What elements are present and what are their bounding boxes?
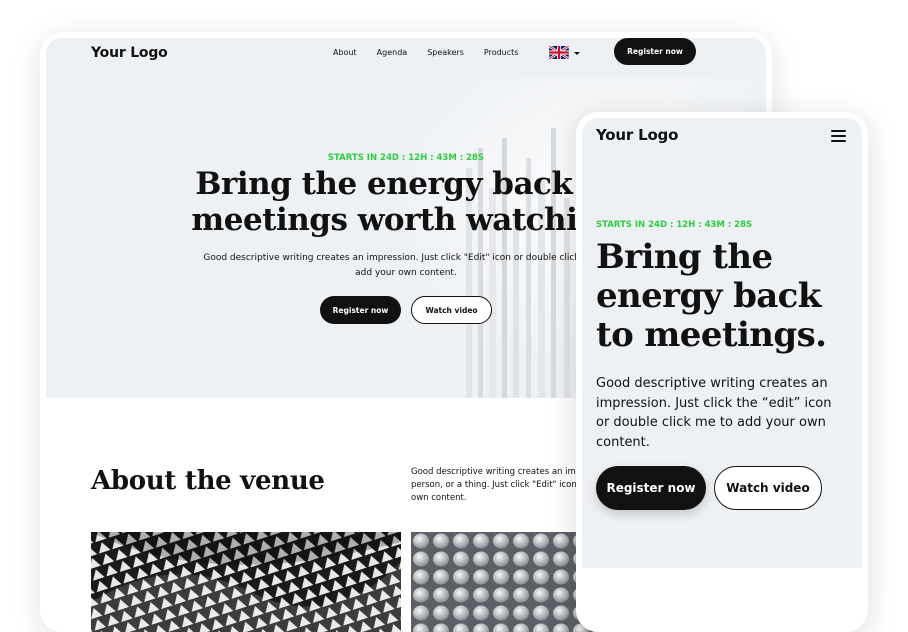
nav-link-about[interactable]: About xyxy=(333,48,357,57)
mobile-watch-video-button[interactable]: Watch video xyxy=(714,466,822,510)
register-button[interactable]: Register now xyxy=(320,296,401,324)
mobile-countdown: STARTS IN 24D : 12H : 43M : 28S xyxy=(596,220,753,230)
mobile-hero-title: Bring the energy back to meetings. xyxy=(596,237,827,355)
logo[interactable]: Your Logo xyxy=(91,45,168,61)
about-title: About the venue xyxy=(91,466,325,496)
mobile-hero-buttons: Register now Watch video xyxy=(596,466,822,510)
hero-buttons: Register now Watch video xyxy=(320,296,492,324)
hamburger-menu-icon[interactable] xyxy=(831,130,846,142)
nav-link-speakers[interactable]: Speakers xyxy=(427,48,464,57)
top-nav: Your Logo About Agenda Speakers Products… xyxy=(46,38,766,72)
venue-image-1 xyxy=(91,532,401,632)
hero-description: Good descriptive writing creates an impr… xyxy=(203,253,609,278)
uk-flag-icon[interactable] xyxy=(549,46,569,59)
chevron-down-icon[interactable] xyxy=(574,52,580,55)
mobile-register-button[interactable]: Register now xyxy=(596,466,706,510)
mobile-logo[interactable]: Your Logo xyxy=(596,126,678,144)
nav-link-agenda[interactable]: Agenda xyxy=(377,48,408,57)
mobile-hero-description: Good descriptive writing creates an impr… xyxy=(596,376,832,450)
nav-links: About Agenda Speakers Products xyxy=(333,48,538,57)
nav-register-button[interactable]: Register now xyxy=(614,38,696,65)
nav-link-products[interactable]: Products xyxy=(484,48,519,57)
mobile-page: Your Logo STARTS IN 24D : 12H : 43M : 28… xyxy=(582,118,862,568)
watch-video-button[interactable]: Watch video xyxy=(411,296,492,324)
mobile-preview: Your Logo STARTS IN 24D : 12H : 43M : 28… xyxy=(576,112,868,632)
